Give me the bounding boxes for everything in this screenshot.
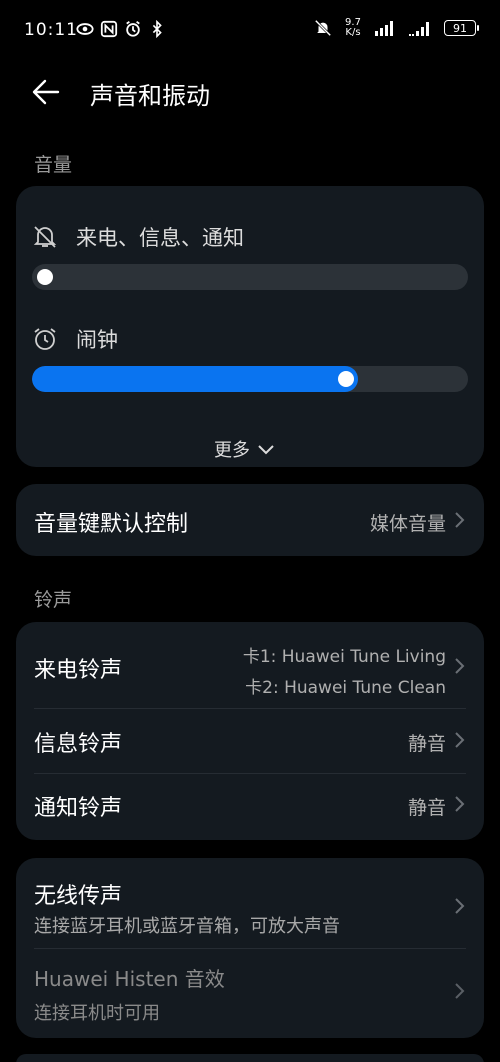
signal-icon-2 <box>409 22 429 36</box>
battery-indicator: 91 <box>444 20 479 36</box>
wireless-audio-title: 无线传声 <box>34 884 123 909</box>
incoming-ringtone-card2: 卡2: Huawei Tune Clean <box>245 678 446 698</box>
notification-ringtone-value: 静音 <box>407 797 446 819</box>
histen-title: Huawei Histen 音效 <box>34 967 225 991</box>
message-ringtone-title: 信息铃声 <box>34 732 123 757</box>
chevron-right-icon <box>455 732 465 748</box>
section-label-volume: 音量 <box>34 154 73 176</box>
section-label-ringtone: 铃声 <box>34 589 73 611</box>
message-ringtone-value: 静音 <box>407 733 446 755</box>
net-speed-unit: K/s <box>345 27 361 38</box>
chevron-down-icon <box>258 445 274 455</box>
chevron-right-icon <box>455 983 465 999</box>
alarm-clock-icon <box>34 328 56 350</box>
ringer-slider-thumb[interactable] <box>37 269 53 285</box>
nfc-icon <box>100 20 118 38</box>
ringer-volume-row: 来电、信息、通知 <box>32 222 244 252</box>
volume-card: 来电、信息、通知 闹钟 <box>16 186 484 467</box>
alarm-volume-row: 闹钟 <box>32 324 118 354</box>
volume-key-value: 媒体音量 <box>369 513 446 535</box>
status-bar: 10:11 9.7 K/s 91 <box>0 0 500 60</box>
ringtone-card: 来电铃声 卡1: Huawei Tune Living 卡2: Huawei T… <box>16 622 484 840</box>
message-ringtone-row[interactable]: 信息铃声 静音 <box>16 709 484 773</box>
alarm-volume-label: 闹钟 <box>76 328 118 352</box>
status-right-icons: 9.7 K/s 91 <box>314 18 479 38</box>
network-speed: 9.7 K/s <box>342 18 364 38</box>
more-volume-button[interactable]: 更多 <box>214 436 276 462</box>
more-label: 更多 <box>214 440 250 461</box>
next-card-partial <box>16 1054 484 1062</box>
volume-key-title: 音量键默认控制 <box>34 512 189 537</box>
battery-level: 91 <box>453 21 467 35</box>
chevron-right-icon <box>455 512 465 528</box>
mute-bell-icon <box>314 19 332 37</box>
status-left-icons <box>76 20 166 38</box>
page-title: 声音和振动 <box>90 82 210 110</box>
ringer-volume-label: 来电、信息、通知 <box>76 226 244 250</box>
chevron-right-icon <box>455 658 465 674</box>
notification-ringtone-title: 通知铃声 <box>34 796 123 821</box>
alarm-volume-slider[interactable] <box>32 366 468 392</box>
back-arrow-icon[interactable] <box>30 76 62 108</box>
bell-off-icon <box>33 226 57 248</box>
wireless-audio-subtitle: 连接蓝牙耳机或蓝牙音箱，可放大声音 <box>34 916 340 937</box>
alarm-icon <box>126 21 140 37</box>
chevron-right-icon <box>455 898 465 914</box>
ringer-volume-slider[interactable] <box>32 264 468 290</box>
histen-subtitle: 连接耳机时可用 <box>34 1003 160 1024</box>
volume-key-card[interactable]: 音量键默认控制 媒体音量 <box>16 484 484 556</box>
histen-row[interactable]: Huawei Histen 音效 连接耳机时可用 <box>16 949 484 1037</box>
alarm-slider-thumb[interactable] <box>338 371 354 387</box>
incoming-ringtone-card1: 卡1: Huawei Tune Living <box>242 647 446 667</box>
status-time: 10:11 <box>24 20 78 40</box>
audio-effects-card: 无线传声 连接蓝牙耳机或蓝牙音箱，可放大声音 Huawei Histen 音效 … <box>16 858 484 1038</box>
wireless-audio-row[interactable]: 无线传声 连接蓝牙耳机或蓝牙音箱，可放大声音 <box>16 858 484 948</box>
eye-icon <box>76 23 94 35</box>
incoming-ringtone-title: 来电铃声 <box>34 658 123 683</box>
app-header: 声音和振动 <box>0 60 500 124</box>
alarm-slider-fill <box>32 366 358 392</box>
signal-icon <box>375 21 393 36</box>
incoming-ringtone-row[interactable]: 来电铃声 卡1: Huawei Tune Living 卡2: Huawei T… <box>16 622 484 708</box>
bluetooth-icon <box>152 20 162 38</box>
chevron-right-icon <box>455 796 465 812</box>
notification-ringtone-row[interactable]: 通知铃声 静音 <box>16 774 484 838</box>
